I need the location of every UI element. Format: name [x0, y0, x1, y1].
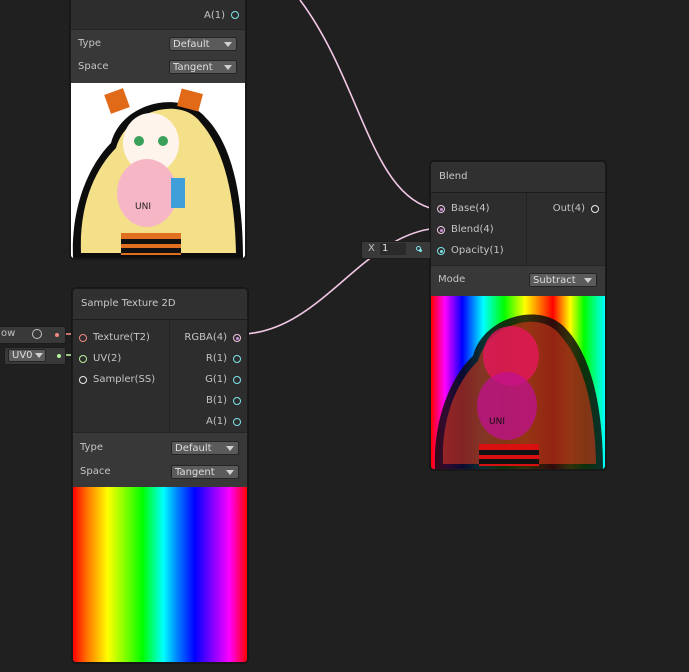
blend-node-ports: Base(4) Blend(4) Opacity(1) Out(4) [431, 193, 605, 265]
g-output-port[interactable] [233, 376, 241, 384]
opacity-value-input[interactable]: 1 [380, 243, 406, 255]
blend-preview: UNI [431, 296, 605, 469]
sampler-input-port[interactable] [79, 376, 87, 384]
blend-node-settings: Mode Subtract [431, 265, 605, 296]
opacity-field-port[interactable] [416, 246, 422, 252]
g-output-label: G(1) [205, 374, 227, 385]
texture-field-port[interactable] [55, 333, 59, 337]
base-input-label: Base(4) [451, 203, 490, 214]
a-output-label: A(1) [205, 416, 227, 427]
preview-caption: UNI [135, 202, 151, 212]
space-dropdown[interactable]: Tangent [171, 465, 239, 479]
top-node-settings: Type Default Space Tangent [71, 29, 245, 82]
uv-input-field[interactable]: UV0 [4, 347, 66, 365]
sampler-input-label: Sampler(SS) [93, 374, 156, 385]
rgba-output-label: RGBA(4) [184, 332, 227, 343]
port-a-output[interactable] [231, 11, 239, 19]
texture-preview: UNI [71, 83, 245, 258]
mode-label: Mode [438, 274, 466, 285]
sample-texture-title[interactable]: Sample Texture 2D [73, 289, 247, 320]
out-output-label: Out(4) [552, 203, 585, 214]
chevron-down-icon [35, 353, 43, 358]
rgba-output-port[interactable] [233, 334, 241, 342]
space-dropdown[interactable]: Tangent [169, 60, 237, 74]
ports-divider [169, 320, 170, 432]
chevron-down-icon [226, 446, 234, 451]
rainbow-texture-preview [73, 487, 247, 662]
type-label: Type [80, 442, 103, 453]
uv-dropdown-value: UV0 [12, 350, 33, 361]
blend-preview-caption: UNI [489, 417, 505, 427]
type-label: Type [78, 38, 101, 49]
opacity-value-field[interactable]: X 1 [361, 241, 431, 259]
a-output-port[interactable] [233, 418, 241, 426]
uv-dropdown[interactable]: UV0 [8, 349, 46, 362]
r-output-label: R(1) [205, 353, 227, 364]
blend-input-port[interactable] [437, 226, 445, 234]
blend-node-title[interactable]: Blend [431, 162, 605, 193]
r-output-port[interactable] [233, 355, 241, 363]
blend-input-label: Blend(4) [451, 224, 494, 235]
sample-node-ports: Texture(T2) UV(2) Sampler(SS) RGBA(4) R(… [73, 320, 247, 432]
sample-node-settings: Type Default Space Tangent [73, 432, 247, 487]
character-image: UNI [72, 88, 243, 258]
type-dropdown[interactable]: Default [169, 37, 237, 51]
uv-input-port[interactable] [79, 355, 87, 363]
space-label: Space [80, 466, 111, 477]
top-node-ports: A(1) [71, 0, 245, 29]
chevron-down-icon [224, 42, 232, 47]
b-output-port[interactable] [233, 397, 241, 405]
uv-input-label: UV(2) [93, 353, 122, 364]
opacity-input-label: Opacity(1) [451, 245, 504, 256]
chevron-down-icon [224, 65, 232, 70]
texture-input-port[interactable] [79, 334, 87, 342]
chevron-down-icon [584, 278, 592, 283]
mode-dropdown-value: Subtract [533, 275, 576, 286]
type-dropdown-value: Default [175, 443, 212, 454]
port-a-label: A(1) [203, 10, 225, 21]
top-sample-texture-node[interactable]: A(1) Type Default Space Tangent UNI [70, 0, 246, 259]
mode-dropdown[interactable]: Subtract [529, 273, 597, 287]
space-label: Space [78, 61, 109, 72]
object-picker-icon[interactable] [32, 329, 42, 339]
texture-input-value: ow [1, 328, 16, 339]
sample-texture-2d-node[interactable]: Sample Texture 2D Texture(T2) UV(2) Samp… [72, 288, 248, 663]
uv-field-port[interactable] [57, 354, 61, 358]
space-dropdown-value: Tangent [173, 62, 213, 73]
texture-input-label: Texture(T2) [93, 332, 150, 343]
blend-node[interactable]: Blend Base(4) Blend(4) Opacity(1) Out(4)… [430, 161, 606, 470]
type-dropdown-value: Default [173, 39, 210, 50]
out-output-port[interactable] [591, 205, 599, 213]
chevron-down-icon [226, 470, 234, 475]
base-input-port[interactable] [437, 205, 445, 213]
opacity-axis-label: X [368, 243, 375, 254]
wire-top-to-base [299, 0, 431, 209]
space-dropdown-value: Tangent [175, 467, 215, 478]
opacity-input-port[interactable] [437, 247, 445, 255]
b-output-label: B(1) [205, 395, 227, 406]
texture-input-field[interactable]: ow [0, 326, 66, 344]
type-dropdown[interactable]: Default [171, 441, 239, 455]
blend-character-image: UNI [434, 314, 603, 469]
ports-divider [526, 193, 527, 265]
